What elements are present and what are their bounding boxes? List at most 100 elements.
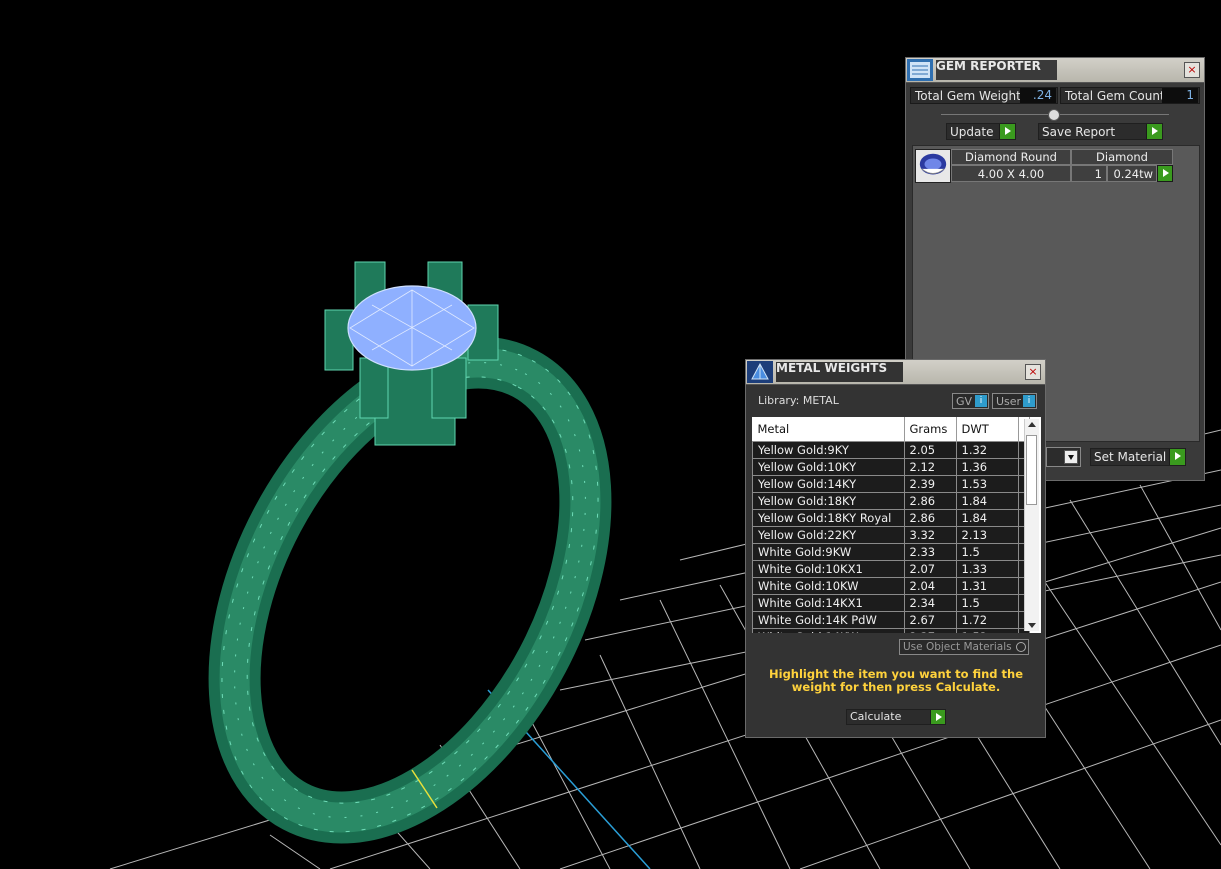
cell-metal: Yellow Gold:10KY (752, 458, 905, 476)
table-row[interactable]: White Gold:10KX1 2.07 1.33 (752, 560, 1030, 578)
total-gem-weight-label: Total Gem Weight (915, 89, 1021, 103)
cell-grams: 2.39 (903, 475, 957, 493)
instruction-text: Highlight the item you want to find the … (769, 667, 1023, 694)
user-toggle[interactable]: User i (992, 393, 1037, 409)
user-toggle-label: User (996, 395, 1022, 408)
cell-dwt: 1.33 (955, 560, 1019, 578)
ring-model[interactable] (145, 261, 675, 869)
table-row[interactable]: White Gold:14KW2.371.52 (752, 628, 1030, 633)
metal-weights-close-button[interactable]: × (1025, 364, 1041, 380)
gv-toggle[interactable]: GV i (952, 393, 989, 409)
calculate-button-label: Calculate (850, 710, 902, 723)
splitter-handle[interactable] (941, 109, 1169, 121)
cell-metal: White Gold:10KX1 (752, 560, 905, 578)
table-row[interactable]: Yellow Gold:14KY 2.39 1.53 (752, 475, 1030, 493)
calculate-button[interactable]: Calculate (846, 709, 946, 725)
material-dropdown[interactable] (1046, 447, 1081, 467)
gem-material-cell: Diamond (1071, 149, 1173, 165)
table-scrollbar[interactable] (1024, 419, 1039, 631)
cell-grams: 2.05 (903, 441, 957, 459)
table-row[interactable]: White Gold:10KW 2.04 1.31 (752, 577, 1030, 595)
table-row[interactable]: White Gold:14KX1 2.34 1.5 (752, 594, 1030, 612)
save-report-button[interactable]: Save Report (1038, 123, 1163, 140)
chevron-down-icon (1064, 450, 1078, 464)
update-button-label: Update (950, 125, 994, 139)
total-gem-count-field: Total Gem Count 1 (1060, 87, 1200, 104)
total-gem-weight-value[interactable]: .24 (1020, 88, 1056, 103)
metal-weights-panel: METAL WEIGHTS × Library: METAL GV i User… (745, 359, 1046, 738)
play-arrow-icon (930, 710, 945, 724)
gem-reporter-title: GEM REPORTER (936, 60, 1057, 80)
cell-grams: 2.86 (903, 492, 957, 510)
table-row[interactable]: White Gold:14K PdW 2.67 1.72 (752, 611, 1030, 629)
table-row[interactable]: White Gold:9KW 2.33 1.5 (752, 543, 1030, 561)
gem-size-cell: 4.00 X 4.00 (951, 165, 1071, 182)
set-material-button[interactable]: Set Material (1090, 448, 1186, 466)
cell-grams: 2.04 (903, 577, 957, 595)
cell-dwt: 1.36 (955, 458, 1019, 476)
cell-metal: White Gold:14K PdW (752, 611, 905, 629)
cell-grams: 2.67 (903, 611, 957, 629)
metal-table-container: Metal Grams DWT Yellow Gold:9KY 2.05 1.32 Y… (752, 417, 1041, 633)
metal-weights-titlebar[interactable]: METAL WEIGHTS × (746, 360, 1045, 385)
play-arrow-icon (1169, 449, 1185, 465)
update-button[interactable]: Update (946, 123, 1016, 140)
column-header-metal[interactable]: Metal (752, 417, 905, 442)
save-report-button-label: Save Report (1042, 125, 1116, 139)
cell-dwt: 1.32 (955, 441, 1019, 459)
cell-grams: 2.07 (903, 560, 957, 578)
radio-icon (1016, 642, 1026, 652)
cell-grams: 3.32 (903, 526, 957, 544)
cell-metal: Yellow Gold:22KY (752, 526, 905, 544)
round-diamond-icon (915, 149, 951, 183)
cell-grams: 2.86 (903, 509, 957, 527)
cell-dwt: 2.13 (955, 526, 1019, 544)
cell-dwt: 1.52 (955, 628, 1019, 633)
table-row[interactable]: Yellow Gold:22KY 3.32 2.13 (752, 526, 1030, 544)
gem-reporter-close-button[interactable]: × (1184, 62, 1200, 78)
info-icon: i (975, 395, 987, 407)
metal-weights-title: METAL WEIGHTS (776, 362, 904, 382)
table-row[interactable]: Yellow Gold:18KY 2.86 1.84 (752, 492, 1030, 510)
gem-row[interactable]: Diamond Round Diamond 4.00 X 4.00 1 0.24… (915, 149, 1173, 183)
cell-metal: White Gold:10KW (752, 577, 905, 595)
table-row[interactable]: Yellow Gold:10KY 2.12 1.36 (752, 458, 1030, 476)
cell-grams: 2.12 (903, 458, 957, 476)
play-arrow-icon (999, 124, 1015, 139)
table-row[interactable]: Yellow Gold:9KY 2.05 1.32 (752, 441, 1030, 459)
scroll-down-icon[interactable] (1028, 623, 1036, 628)
table-row[interactable]: Yellow Gold:18KY Royal 2.86 1.84 (752, 509, 1030, 527)
cell-dwt: 1.53 (955, 475, 1019, 493)
play-arrow-icon (1163, 169, 1169, 177)
gem-reporter-titlebar[interactable]: GEM REPORTER × (906, 58, 1204, 83)
cell-dwt: 1.31 (955, 577, 1019, 595)
scale-icon (747, 361, 773, 383)
set-material-button-label: Set Material (1094, 450, 1167, 464)
total-gem-count-value[interactable]: 1 (1162, 88, 1198, 103)
scroll-up-icon[interactable] (1028, 422, 1036, 427)
cell-grams: 2.37 (903, 628, 957, 633)
cell-metal: Yellow Gold:9KY (752, 441, 905, 459)
cell-dwt: 1.5 (955, 594, 1019, 612)
gem-weight-cell: 0.24tw (1107, 165, 1157, 182)
cell-metal: White Gold:9KW (752, 543, 905, 561)
play-arrow-icon (1146, 124, 1162, 139)
total-gem-count-label: Total Gem Count (1065, 89, 1165, 103)
gv-toggle-label: GV (956, 395, 973, 408)
cell-dwt: 1.72 (955, 611, 1019, 629)
library-label: Library: METAL (758, 394, 839, 407)
use-object-materials-toggle[interactable]: Use Object Materials (899, 639, 1029, 655)
column-header-dwt[interactable]: DWT (956, 417, 1019, 442)
scrollbar-thumb[interactable] (1026, 435, 1037, 505)
total-gem-weight-field: Total Gem Weight .24 (910, 87, 1058, 104)
cell-metal: White Gold:14KW (752, 628, 905, 633)
cell-dwt: 1.84 (955, 509, 1019, 527)
cell-metal: Yellow Gold:14KY (752, 475, 905, 493)
column-header-grams[interactable]: Grams (904, 417, 957, 442)
cell-metal: Yellow Gold:18KY (752, 492, 905, 510)
cell-dwt: 1.5 (955, 543, 1019, 561)
gem-details-button[interactable] (1157, 165, 1173, 182)
gem-report-icon (907, 59, 933, 81)
cell-grams: 2.33 (903, 543, 957, 561)
cell-dwt: 1.84 (955, 492, 1019, 510)
